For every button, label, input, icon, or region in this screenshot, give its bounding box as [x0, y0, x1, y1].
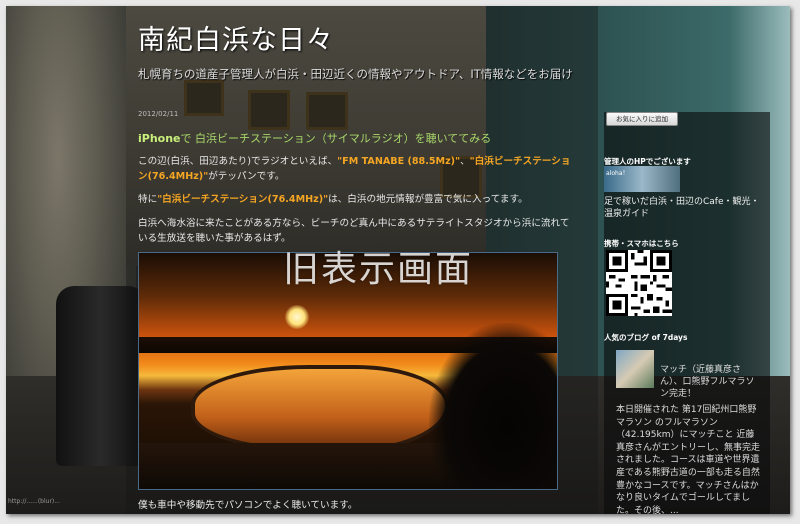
text: 特に	[138, 194, 158, 205]
post-footer-text: 僕も車中や移動先でパソコンでよく聴いています。	[138, 500, 358, 511]
add-favorite-button[interactable]: お気に入りに追加	[606, 112, 678, 126]
popular-heading: 人気のブログ of 7days	[604, 333, 688, 342]
text: がテッパンです。	[208, 171, 285, 182]
popular-post-thumbnail[interactable]	[616, 350, 654, 388]
text: この辺(白浜、田辺あたり)でラジオといえば、	[138, 156, 338, 167]
palm-silhouette	[429, 323, 557, 489]
blog-title[interactable]: 南紀白浜な日々	[138, 18, 334, 57]
mobile-heading: 携帯・スマホはこちら	[604, 239, 679, 248]
qr-code-icon	[606, 250, 672, 316]
post-paragraph-2: 特に"白浜ビーチステーション(76.4MHz)"は、白浜の地元情報が豊富で気に入…	[138, 192, 578, 207]
post-date: 2012/02/11	[138, 110, 179, 118]
hp-link-text[interactable]: 足で稼いだ白浜・田辺のCafe・観光・温泉ガイド	[604, 196, 760, 220]
post-title-rest[interactable]: で 白浜ビーチステーション（サイマルラジオ）を聴いててみる	[181, 132, 492, 145]
post-title-lead[interactable]: iPhone	[138, 132, 181, 145]
post-title[interactable]: iPhoneで 白浜ビーチステーション（サイマルラジオ）を聴いててみる	[138, 130, 491, 146]
popular-post-title[interactable]: マッチ（近藤真彦さん）、口熊野フルマラソン完走！	[660, 364, 760, 400]
old-display-watermark: 旧表示画面	[283, 249, 474, 290]
beach-station-link[interactable]: "白浜ビーチステーション(76.4MHz)"	[157, 194, 328, 205]
popular-post-excerpt: 本日開催された 第17回紀州口熊野マラソン のフルマラソン（42.195km）に…	[616, 405, 761, 516]
text: は、白浜の地元情報が豊富で気に入ってます。	[328, 194, 528, 205]
sun	[285, 305, 309, 329]
hp-banner[interactable]: aloha！	[604, 166, 680, 192]
lagoon	[191, 365, 449, 453]
blog-description: 札幌育ちの道産子管理人が白浜・田辺近くの情報やアウトドア、IT情報などをお届け	[138, 67, 573, 81]
text: 、	[460, 156, 470, 167]
fm-tanabe-link[interactable]: "FM TANABE (88.5Mz)"	[337, 156, 460, 167]
post-paragraph-1: この辺(白浜、田辺あたり)でラジオといえば、"FM TANABE (88.5Mz…	[138, 154, 578, 184]
status-url: http://......(blur)...	[8, 498, 60, 505]
